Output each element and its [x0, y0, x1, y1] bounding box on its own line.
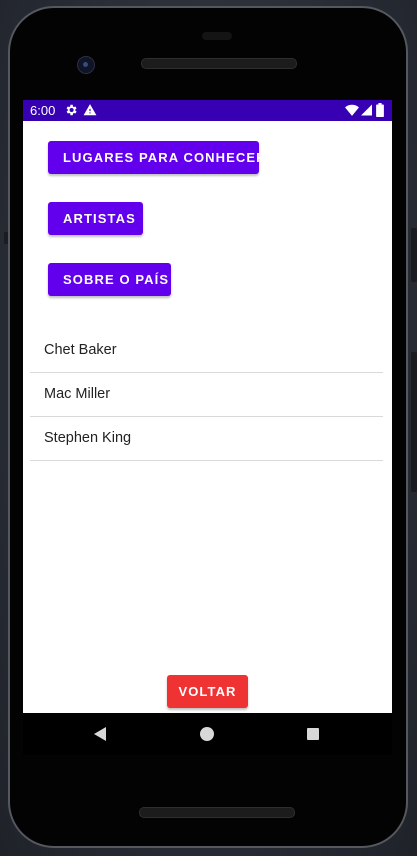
list-item[interactable]: Stephen King	[30, 417, 383, 461]
earpiece-notch	[202, 32, 232, 40]
back-button[interactable]: VOLTAR	[167, 675, 248, 708]
list-item[interactable]: Mac Miller	[30, 373, 383, 417]
warning-icon	[83, 104, 97, 116]
navigation-bar	[23, 713, 392, 755]
bottom-speaker-grille	[139, 807, 295, 818]
places-to-visit-button[interactable]: LUGARES PARA CONHECER	[48, 141, 266, 174]
list-item-label: Stephen King	[44, 430, 132, 446]
artists-button[interactable]: ARTISTAS	[48, 202, 143, 235]
back-icon[interactable]	[93, 727, 107, 741]
status-bar: 6:00	[23, 100, 392, 121]
list-item[interactable]: Chet Baker	[30, 329, 383, 373]
power-button[interactable]	[411, 228, 417, 282]
app-screen: 6:00 LUGARES PARA CONHECER ARTISTAS SOBR…	[23, 100, 392, 713]
battery-icon	[376, 103, 384, 117]
gear-icon	[66, 104, 77, 116]
front-camera	[77, 56, 95, 74]
list-item-label: Chet Baker	[44, 342, 117, 358]
status-time: 6:00	[30, 103, 56, 118]
artist-list: Chet Baker Mac Miller Stephen King	[30, 329, 383, 461]
signal-icon	[361, 104, 372, 116]
top-speaker-grille	[141, 58, 297, 69]
wifi-icon	[345, 104, 359, 116]
list-item-label: Mac Miller	[44, 386, 111, 402]
about-country-button[interactable]: SOBRE O PAÍS	[48, 263, 171, 296]
volume-rocker[interactable]	[411, 352, 417, 492]
home-icon[interactable]	[200, 727, 214, 741]
recents-icon[interactable]	[307, 728, 319, 740]
